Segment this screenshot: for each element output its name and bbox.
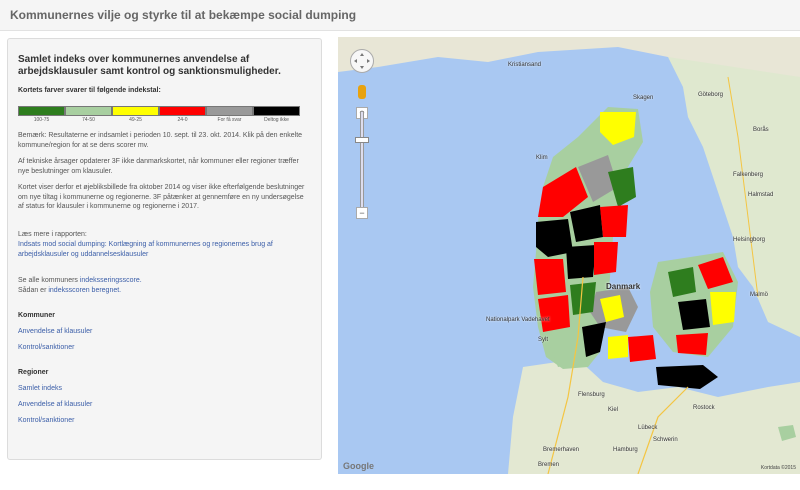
map-label-malmo: Malmö bbox=[750, 292, 769, 298]
pegman-icon[interactable] bbox=[358, 85, 366, 99]
legend-swatch bbox=[18, 106, 65, 116]
map-label-danmark: Danmark bbox=[606, 282, 641, 291]
legend-label: Deltog ikke bbox=[264, 117, 289, 123]
scores-line: Se alle kommuners indeksseringsscore. bbox=[18, 276, 310, 286]
legend-item: 74-50 bbox=[65, 106, 112, 123]
map-canvas bbox=[338, 37, 800, 474]
regioner-link-anvendelse[interactable]: Anvendelse af klausuler bbox=[18, 401, 92, 408]
legend-item: 24-0 bbox=[159, 106, 206, 123]
legend-item: For få svar bbox=[206, 106, 253, 123]
note-technical: Af tekniske årsager opdaterer 3F ikke da… bbox=[18, 158, 299, 175]
map-label-helsingborg: Helsingborg bbox=[733, 237, 766, 243]
map-label-kiel: Kiel bbox=[608, 407, 619, 413]
municipality bbox=[676, 333, 708, 355]
pan-control[interactable] bbox=[350, 49, 374, 73]
legend-label: For få svar bbox=[217, 117, 242, 123]
legend-swatch bbox=[112, 106, 159, 116]
municipality bbox=[594, 242, 618, 275]
note-snapshot: Kortet viser derfor et øjebliksbillede f… bbox=[18, 184, 305, 210]
top-bar: Kommunernes vilje og styrke til at bekæm… bbox=[0, 0, 800, 31]
map-label-lubeck: Lübeck bbox=[638, 425, 658, 431]
note-period: Bemærk: Resultaterne er indsamlet i peri… bbox=[18, 132, 303, 149]
kommuner-link-anvendelse[interactable]: Anvendelse af klausuler bbox=[18, 328, 92, 335]
municipality bbox=[710, 292, 736, 325]
legend-swatch bbox=[206, 106, 253, 116]
municipality bbox=[570, 282, 596, 315]
map-label-sylt: Sylt bbox=[538, 337, 549, 343]
map-label-halmstad: Halmstad bbox=[748, 192, 774, 198]
legend: 100-75 74-50 49-25 24-0 For få svar Delt… bbox=[18, 106, 300, 123]
map[interactable]: Kristiansand Göteborg Borås Falkenberg H… bbox=[338, 37, 800, 474]
zoom-slider-handle[interactable] bbox=[355, 137, 369, 143]
map-attribution: Kortdata ©2015 bbox=[760, 465, 796, 471]
map-label-bremerhaven: Bremerhaven bbox=[543, 447, 580, 453]
method-link[interactable]: indeksscoren beregnet. bbox=[48, 287, 121, 294]
municipality bbox=[678, 299, 710, 330]
map-label-skagen: Skagen bbox=[633, 95, 654, 101]
pan-arrows-icon bbox=[354, 53, 370, 69]
zoom-out-button[interactable]: − bbox=[356, 207, 368, 219]
map-label-falkenberg: Falkenberg bbox=[733, 172, 764, 178]
method-line: Sådan er indeksscoren beregnet. bbox=[18, 286, 310, 296]
land-lolland bbox=[656, 365, 718, 389]
map-label-klim: Klim bbox=[536, 155, 548, 161]
municipality bbox=[538, 295, 570, 332]
zoom-slider-track[interactable] bbox=[360, 111, 364, 211]
map-label-flensburg: Flensburg bbox=[578, 392, 605, 398]
land-germany bbox=[508, 359, 800, 474]
map-label-schwerin: Schwerin bbox=[653, 437, 678, 443]
legend-swatch bbox=[253, 106, 300, 116]
read-more-label: Læs mere i rapporten: bbox=[18, 231, 87, 238]
legend-swatch bbox=[159, 106, 206, 116]
municipality bbox=[600, 205, 628, 237]
map-label-bremen: Bremen bbox=[538, 462, 560, 468]
legend-label: 74-50 bbox=[82, 117, 95, 123]
municipality bbox=[566, 245, 596, 279]
map-label-boras: Borås bbox=[753, 127, 769, 133]
municipality bbox=[608, 335, 628, 359]
regioner-link-samlet[interactable]: Samlet indeks bbox=[18, 385, 62, 392]
map-label-nationalpark: Nationalpark Vadehavet bbox=[486, 317, 550, 323]
municipality bbox=[628, 335, 656, 362]
map-label-goteborg: Göteborg bbox=[698, 92, 724, 98]
report-link[interactable]: Indsats mod social dumping: Kortlægning … bbox=[18, 240, 310, 259]
scores-prefix: Se alle kommuners bbox=[18, 277, 80, 284]
kommuner-heading: Kommuner bbox=[18, 312, 55, 319]
legend-label: 100-75 bbox=[33, 117, 50, 123]
map-label-hamburg: Hamburg bbox=[613, 447, 638, 453]
kommuner-link-kontrol[interactable]: Kontrol/sanktioner bbox=[18, 344, 74, 351]
map-label-rostock: Rostock bbox=[693, 405, 715, 411]
municipality bbox=[582, 322, 606, 357]
google-logo: Google bbox=[343, 461, 374, 471]
legend-item: Deltog ikke bbox=[253, 106, 300, 123]
page-title: Kommunernes vilje og styrke til at bekæm… bbox=[10, 8, 357, 22]
sidebar-heading: Samlet indeks over kommunernes anvendels… bbox=[18, 54, 281, 77]
legend-swatch bbox=[65, 106, 112, 116]
regioner-heading: Regioner bbox=[18, 369, 49, 376]
legend-label: 24-0 bbox=[177, 117, 188, 123]
legend-label: 49-25 bbox=[129, 117, 142, 123]
scores-link[interactable]: indeksseringsscore. bbox=[80, 277, 142, 284]
legend-item: 100-75 bbox=[18, 106, 65, 123]
municipality bbox=[534, 259, 566, 295]
regioner-link-kontrol[interactable]: Kontrol/sanktioner bbox=[18, 417, 74, 424]
map-label-kristiansand: Kristiansand bbox=[508, 62, 542, 68]
sidebar: Samlet indeks over kommunernes anvendels… bbox=[7, 38, 322, 460]
legend-item: 49-25 bbox=[112, 106, 159, 123]
municipality bbox=[668, 267, 696, 297]
legend-title: Kortets farver svarer til følgende indek… bbox=[18, 87, 161, 94]
method-prefix: Sådan er bbox=[18, 287, 49, 294]
